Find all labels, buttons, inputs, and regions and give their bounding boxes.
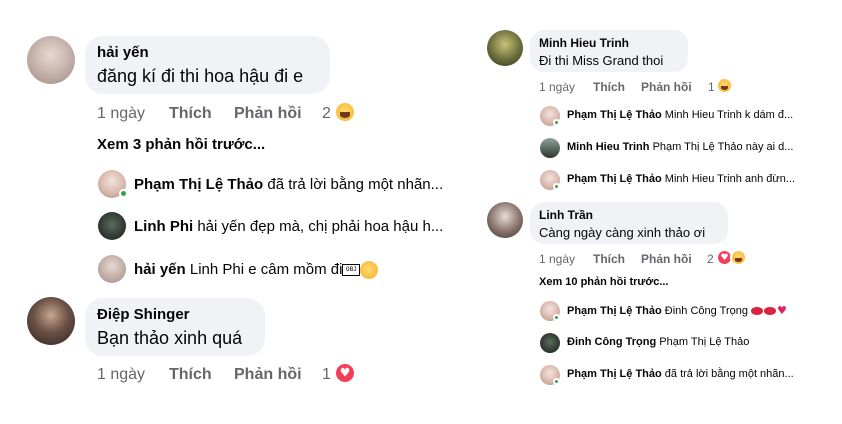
reply-author[interactable]: Phạm Thị Lệ Thảo <box>567 173 662 185</box>
like-button[interactable]: Thích <box>593 80 625 94</box>
comment-time[interactable]: 1 ngày <box>97 105 145 123</box>
reaction-count[interactable]: 1 <box>322 366 331 384</box>
avatar-linh-tran[interactable] <box>487 202 523 238</box>
reply-text: Linh Phi e câm mồm đi <box>189 261 343 278</box>
reaction-count[interactable]: 1 <box>708 80 715 94</box>
online-indicator <box>553 378 560 385</box>
online-indicator <box>119 189 128 198</box>
avatar-minh-hieu-trinh[interactable] <box>487 30 523 66</box>
reply-author[interactable]: Phạm Thị Lệ Thảo <box>567 305 662 317</box>
reaction-count[interactable]: 2 <box>707 252 714 266</box>
comment-text: đăng kí đi thi hoa hậu đi e <box>97 66 304 86</box>
reply-item: Phạm Thị Lệ Thảo Đinh Công Trọng ♥ <box>567 304 787 317</box>
reply-text: đã trả lời bằng một nhãn... <box>267 176 444 193</box>
reply-button[interactable]: Phản hồi <box>641 252 692 266</box>
reply-author[interactable]: Phạm Thị Lệ Thảo <box>567 368 662 380</box>
comment-author[interactable]: Linh Trần <box>539 208 593 222</box>
object-replacement-glyph: OBJ <box>342 264 361 277</box>
avatar-dinh-cong-trong[interactable] <box>540 333 560 353</box>
haha-reaction-icon[interactable] <box>334 101 356 123</box>
comment-time[interactable]: 1 ngày <box>539 80 575 94</box>
red-heart-emoji: ♥ <box>777 304 787 317</box>
reply-item: Phạm Thị Lệ Thảo đã trả lời bằng một nhã… <box>567 368 794 380</box>
reply-text: Đinh Công Trọng <box>664 305 748 317</box>
comment-text: Đi thi Miss Grand thoi <box>539 53 664 68</box>
comment-author[interactable]: Điệp Shinger <box>97 306 190 323</box>
online-indicator <box>553 119 560 126</box>
reply-author[interactable]: Phạm Thị Lệ Thảo <box>567 109 662 121</box>
view-previous-replies[interactable]: Xem 3 phản hồi trước... <box>97 136 265 153</box>
like-button[interactable]: Thích <box>169 105 212 123</box>
reply-author[interactable]: Minh Hieu Trinh <box>567 141 650 153</box>
reply-button[interactable]: Phản hồi <box>234 366 302 384</box>
reply-item: Đinh Công Trọng Phạm Thị Lệ Thảo <box>567 336 749 348</box>
reply-item: hải yến Linh Phi e câm mồm đi OBJ <box>134 258 381 282</box>
comment-time[interactable]: 1 ngày <box>539 252 575 266</box>
reply-text: Minh Hieu Trinh anh đừn... <box>664 173 796 185</box>
comment-time[interactable]: 1 ngày <box>97 366 145 384</box>
reply-item: Phạm Thị Lệ Thảo đã trả lời bằng một nhã… <box>134 176 443 193</box>
comment-author[interactable]: Minh Hieu Trinh <box>539 36 629 50</box>
reply-button[interactable]: Phản hồi <box>234 105 302 123</box>
reply-item: Phạm Thị Lệ Thảo Minh Hieu Trinh anh đừn… <box>567 173 795 185</box>
rolling-laugh-emoji <box>357 258 381 282</box>
reply-text: Minh Hieu Trinh k dám đ... <box>664 109 794 121</box>
avatar-diep-shinger[interactable] <box>27 297 75 345</box>
love-reaction-icon[interactable] <box>334 362 356 384</box>
avatar-hai-yen[interactable] <box>27 36 75 84</box>
avatar-hai-yen-small[interactable] <box>98 255 126 283</box>
online-indicator <box>553 183 560 190</box>
reaction-count[interactable]: 2 <box>322 105 331 123</box>
reply-item: Phạm Thị Lệ Thảo Minh Hieu Trinh k dám đ… <box>567 109 793 121</box>
reply-author[interactable]: Linh Phi <box>134 218 193 235</box>
reply-author[interactable]: hải yến <box>134 261 186 278</box>
reply-button[interactable]: Phản hồi <box>641 80 692 94</box>
reply-text: Phạm Thị Lệ Thảo này ai d... <box>652 141 794 153</box>
like-button[interactable]: Thích <box>169 366 212 384</box>
reply-text: hải yến đẹp mà, chị phải hoa hậu h... <box>197 218 444 235</box>
kiss-lips-emoji <box>751 307 764 316</box>
reply-author[interactable]: Đinh Công Trọng <box>567 336 656 348</box>
reply-item: Linh Phi hải yến đẹp mà, chị phải hoa hậ… <box>134 218 443 235</box>
reply-text: đã trả lời bằng một nhãn... <box>664 368 794 380</box>
reply-item: Minh Hieu Trinh Phạm Thị Lệ Thảo này ai … <box>567 141 793 153</box>
comment-text: Càng ngày càng xinh thảo ơi <box>539 225 706 240</box>
kiss-lips-emoji <box>764 307 777 316</box>
reply-text: Phạm Thị Lệ Thảo <box>659 336 750 348</box>
avatar-minh-hieu-trinh-small[interactable] <box>540 138 560 158</box>
online-indicator <box>553 314 560 321</box>
view-previous-replies[interactable]: Xem 10 phản hồi trước... <box>539 276 668 288</box>
comment-text: Bạn thảo xinh quá <box>97 328 243 348</box>
comment-author[interactable]: hải yến <box>97 44 149 61</box>
like-button[interactable]: Thích <box>593 252 625 266</box>
haha-reaction-icon[interactable] <box>716 77 733 94</box>
avatar-linh-phi[interactable] <box>98 212 126 240</box>
haha-reaction-icon[interactable] <box>730 249 747 266</box>
reply-author[interactable]: Phạm Thị Lệ Thảo <box>134 176 263 193</box>
